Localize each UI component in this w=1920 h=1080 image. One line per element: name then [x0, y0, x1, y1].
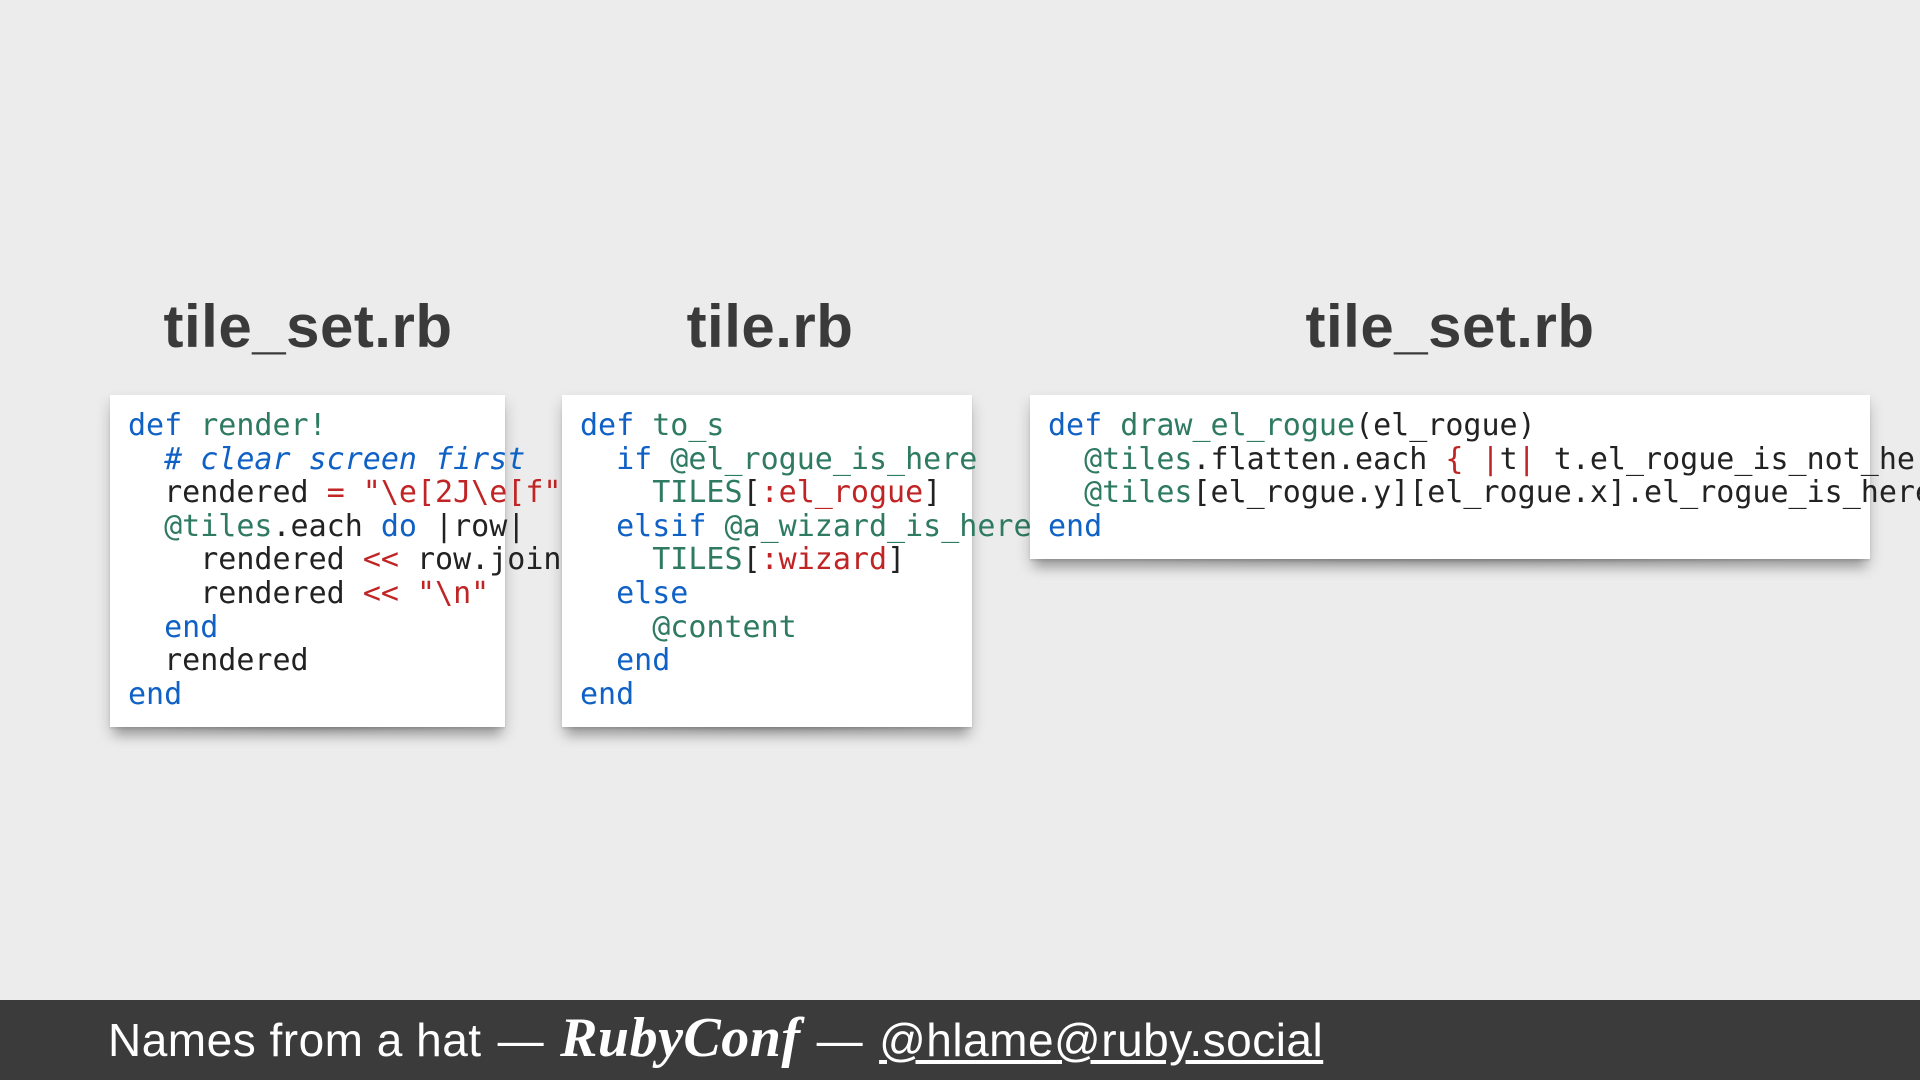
code-card-1: def render! # clear screen first rendere…	[110, 395, 505, 727]
footer-handle[interactable]: @hlame@ruby.social	[879, 1013, 1323, 1067]
footer-dash-1: —	[498, 1013, 545, 1067]
rubyconf-logo: RubyConf	[560, 1006, 801, 1070]
card-title-1: tile_set.rb	[108, 292, 508, 361]
footer-talk-title: Names from a hat	[108, 1013, 482, 1067]
code-card-3: def draw_el_rogue(el_rogue) @tiles.flatt…	[1030, 395, 1870, 559]
card-title-2: tile.rb	[560, 292, 980, 361]
slide: tile_set.rb tile.rb tile_set.rb def rend…	[0, 0, 1920, 1080]
code-block-1: def render! # clear screen first rendere…	[128, 409, 487, 711]
footer-dash-2: —	[817, 1013, 864, 1067]
card-title-3: tile_set.rb	[1030, 292, 1870, 361]
code-block-3: def draw_el_rogue(el_rogue) @tiles.flatt…	[1048, 409, 1852, 543]
code-block-2: def to_s if @el_rogue_is_here TILES[:el_…	[580, 409, 954, 711]
footer-bar: Names from a hat — RubyConf — @hlame@rub…	[0, 1000, 1920, 1080]
code-card-2: def to_s if @el_rogue_is_here TILES[:el_…	[562, 395, 972, 727]
